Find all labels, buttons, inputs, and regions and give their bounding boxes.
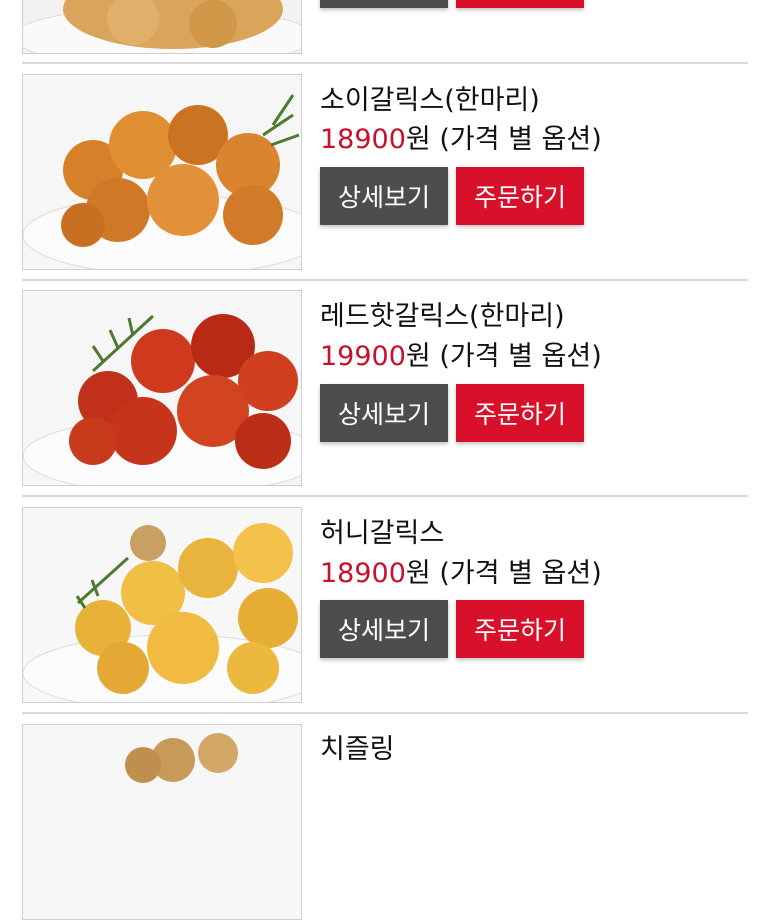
red-hot-garlic-chicken-image[interactable] [22, 290, 302, 486]
price-amount: 19900 [320, 341, 406, 372]
honey-garlic-chicken-image[interactable] [22, 507, 302, 703]
detail-button[interactable]: 상세보기 [320, 167, 448, 225]
fried-chicken-plate-image[interactable] [22, 0, 302, 54]
order-button[interactable]: 주문하기 [456, 0, 584, 8]
price-suffix: 원 (가격 별 옵션) [405, 124, 602, 155]
price-amount: 18900 [320, 558, 406, 589]
divider [22, 495, 748, 497]
detail-button[interactable]: 상세보기 [320, 0, 448, 8]
price-amount: 18900 [320, 124, 406, 155]
order-button[interactable]: 주문하기 [456, 600, 584, 658]
soy-garlic-chicken-image[interactable] [22, 74, 302, 270]
divider [22, 279, 748, 281]
menu-name: 치즐링 [320, 734, 395, 765]
menu-name: 허니갈릭스 [320, 518, 445, 549]
divider [22, 712, 748, 714]
detail-button[interactable]: 상세보기 [320, 384, 448, 442]
menu-price: 18900원 (가격 별 옵션) [320, 551, 602, 590]
chicken-image[interactable] [22, 724, 302, 920]
menu-price: 18900원 (가격 별 옵션) [320, 117, 602, 156]
menu-name: 소이갈릭스(한마리) [320, 85, 540, 116]
price-suffix: 원 (가격 별 옵션) [405, 558, 602, 589]
divider [22, 62, 748, 64]
price-suffix: 원 (가격 별 옵션) [405, 341, 602, 372]
menu-price: 19900원 (가격 별 옵션) [320, 334, 602, 373]
order-button[interactable]: 주문하기 [456, 167, 584, 225]
order-button[interactable]: 주문하기 [456, 384, 584, 442]
menu-name: 레드핫갈릭스(한마리) [320, 301, 565, 332]
detail-button[interactable]: 상세보기 [320, 600, 448, 658]
